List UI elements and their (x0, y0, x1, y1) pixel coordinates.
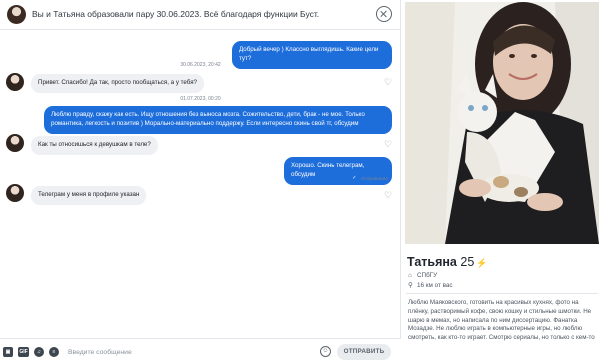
heart-icon[interactable]: ♡ (384, 78, 393, 87)
close-icon[interactable] (376, 6, 392, 22)
sent-status: ✓ Отправлено (350, 175, 388, 182)
emoji-icon[interactable]: ☺ (320, 346, 331, 357)
profile-panel: Татьяна 25 ⚡ ⌂ СПбГУ ⚲ 16 км от вас Люблю М… (402, 0, 600, 363)
school-icon: ⌂ (408, 272, 412, 279)
avatar[interactable] (6, 184, 24, 202)
timestamp: 01.07.2023, 00:20 (180, 96, 221, 102)
spotify-icon[interactable]: ♫ (34, 347, 44, 357)
location-pin-icon: ⚲ (408, 282, 413, 289)
message-incoming[interactable]: Телеграм у меня в профиле указан (31, 186, 147, 205)
chat-header: Вы и Татьяна образовали пару 30.06.2023.… (0, 0, 401, 30)
heart-icon[interactable]: ♡ (384, 191, 393, 200)
profile-name: Татьяна 25 ⚡ (407, 255, 488, 269)
check-icon: ✓ (350, 175, 358, 182)
profile-distance: ⚲ 16 км от вас (408, 282, 453, 289)
profile-name-text: Татьяна (407, 255, 457, 269)
app: Вы и Татьяна образовали пару 30.06.2023.… (0, 0, 600, 363)
profile-school-text: СПбГУ (417, 272, 438, 279)
message-incoming[interactable]: Привет. Спасибо! Да так, просто пообщать… (31, 74, 204, 93)
menu-icon[interactable]: ≡ (49, 347, 59, 357)
divider (406, 293, 598, 294)
message-outgoing[interactable]: Люблю правду, скажу как есть. Ищу отноше… (44, 106, 392, 134)
message-outgoing[interactable]: Добрый вечер ) Классно выглядишь. Какие … (232, 41, 392, 69)
match-notice: Вы и Татьяна образовали пару 30.06.2023.… (32, 9, 320, 19)
profile-age: 25 (460, 255, 475, 269)
match-avatar[interactable] (7, 5, 26, 24)
sticker-icon[interactable]: ▣ (3, 347, 13, 357)
profile-photo[interactable] (405, 2, 599, 244)
sent-status-label: Отправлено (360, 176, 388, 182)
message-input[interactable] (68, 344, 308, 360)
gif-icon[interactable]: GIF (18, 347, 29, 357)
chat-panel: Вы и Татьяна образовали пару 30.06.2023.… (0, 0, 401, 363)
boost-icon: ⚡ (476, 258, 488, 268)
heart-icon[interactable]: ♡ (384, 140, 393, 149)
avatar[interactable] (6, 134, 24, 152)
profile-distance-text: 16 км от вас (417, 282, 453, 289)
message-incoming[interactable]: Как ты относишься к девушкам в теле? (31, 136, 158, 155)
profile-photo-illustration (405, 2, 599, 244)
profile-school: ⌂ СПбГУ (408, 272, 437, 279)
profile-bio: Люблю Маяковского, готовить на красивых … (408, 299, 595, 342)
send-button[interactable]: ОТПРАВИТЬ (337, 344, 391, 360)
composer: ▣ GIF ♫ ≡ ☺ ОТПРАВИТЬ (0, 338, 401, 363)
avatar[interactable] (6, 73, 24, 91)
